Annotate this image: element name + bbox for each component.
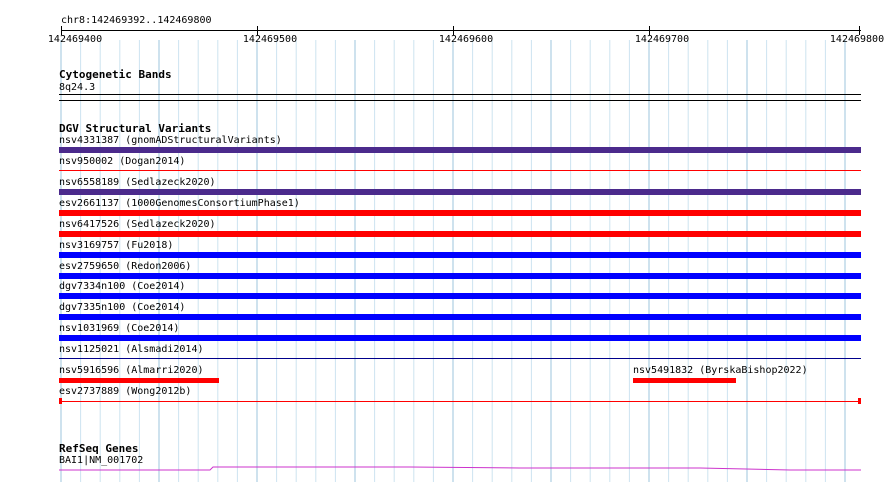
feature-end-cap-left <box>59 398 62 404</box>
dgv-feature-label[interactable]: esv2661137 (1000GenomesConsortiumPhase1) <box>59 198 300 209</box>
dgv-feature-label[interactable]: nsv6558189 (Sedlazeck2020) <box>59 177 216 188</box>
track-separator <box>59 100 861 101</box>
tick-label-142469400: 142469400 <box>47 34 103 45</box>
dgv-feature-label[interactable]: nsv3169757 (Fu2018) <box>59 240 173 251</box>
tick-label-142469600: 142469600 <box>438 34 494 45</box>
dgv-feature-bar[interactable] <box>59 314 861 320</box>
dgv-feature-bar[interactable] <box>59 293 861 299</box>
dgv-feature-label[interactable]: nsv6417526 (Sedlazeck2020) <box>59 219 216 230</box>
ruler-axis <box>61 30 861 31</box>
cytoband-line[interactable] <box>59 94 861 95</box>
dgv-feature-bar[interactable] <box>59 147 861 153</box>
dgv-feature-bar-partial[interactable] <box>59 378 219 383</box>
dgv-feature-label[interactable]: nsv1125021 (Alsmadi2014) <box>59 344 204 355</box>
cytoband-track-title: Cytogenetic Bands <box>59 68 172 81</box>
cytoband-label[interactable]: 8q24.3 <box>59 82 95 93</box>
dgv-feature-label[interactable]: nsv5491832 (ByrskaBishop2022) <box>633 365 808 376</box>
dgv-feature-label[interactable]: esv2737889 (Wong2012b) <box>59 386 191 397</box>
dgv-feature-bar[interactable] <box>59 170 861 171</box>
dgv-feature-bar[interactable] <box>59 189 861 195</box>
dgv-feature-bar[interactable] <box>59 335 861 341</box>
genome-browser: chr8:142469392..142469800 142469400 1424… <box>0 0 890 482</box>
dgv-feature-label[interactable]: dgv7335n100 (Coe2014) <box>59 302 185 313</box>
dgv-feature-label[interactable]: esv2759650 (Redon2006) <box>59 261 191 272</box>
dgv-feature-bar[interactable] <box>59 210 861 216</box>
dgv-feature-bar[interactable] <box>59 252 861 258</box>
dgv-feature-bar[interactable] <box>59 231 861 237</box>
dgv-feature-label[interactable]: nsv5916596 (Almarri2020) <box>59 365 204 376</box>
refseq-track-title: RefSeq Genes <box>59 442 139 455</box>
dgv-feature-bar-partial[interactable] <box>633 378 736 383</box>
dgv-feature-label[interactable]: nsv950002 (Dogan2014) <box>59 156 185 167</box>
dgv-feature-label[interactable]: nsv1031969 (Coe2014) <box>59 323 179 334</box>
dgv-track-title: DGV Structural Variants <box>59 122 212 135</box>
tick-label-142469800: 142469800 <box>829 34 885 45</box>
refseq-gene-label[interactable]: BAI1|NM_001702 <box>59 455 143 466</box>
feature-end-cap-right <box>858 398 861 404</box>
tick-label-142469500: 142469500 <box>242 34 298 45</box>
tick-label-142469700: 142469700 <box>634 34 690 45</box>
dgv-feature-label[interactable]: nsv4331387 (gnomADStructuralVariants) <box>59 135 282 146</box>
dgv-feature-bar[interactable] <box>59 273 861 279</box>
dgv-feature-bar[interactable] <box>59 358 861 359</box>
location-label: chr8:142469392..142469800 <box>61 15 212 26</box>
dgv-feature-label[interactable]: dgv7334n100 (Coe2014) <box>59 281 185 292</box>
dgv-feature-bar[interactable] <box>59 401 861 402</box>
